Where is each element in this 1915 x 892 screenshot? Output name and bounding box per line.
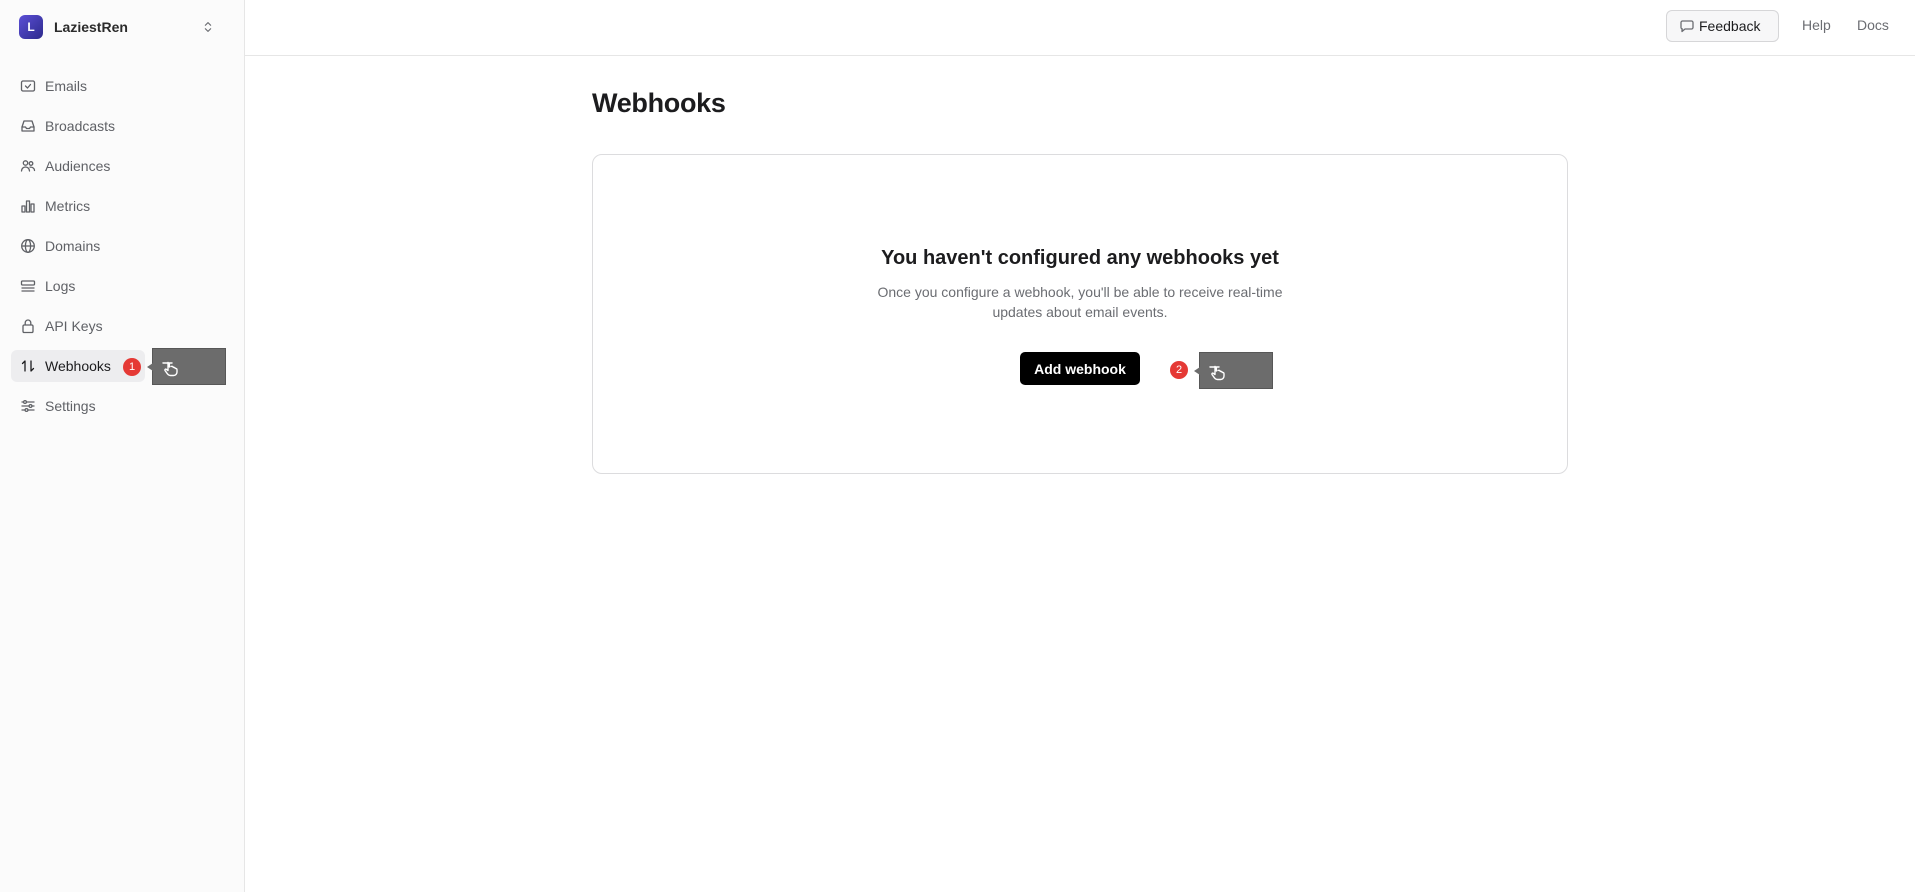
sidebar-item-api-keys[interactable]: API Keys xyxy=(11,310,233,342)
empty-state-description: Once you configure a webhook, you'll be … xyxy=(877,284,1283,320)
add-webhook-button[interactable]: Add webhook xyxy=(1020,352,1140,385)
sidebar-item-label: Broadcasts xyxy=(45,118,116,134)
sidebar-item-label: Metrics xyxy=(45,198,91,214)
sidebar-item-settings[interactable]: Settings xyxy=(11,390,233,422)
annotation-pointer-2 xyxy=(1194,352,1273,389)
sidebar: L LaziestRen Emails Broadcasts Audiences xyxy=(0,0,245,892)
top-bar: Feedback Help Docs xyxy=(245,0,1915,56)
page-title: Webhooks xyxy=(592,88,726,118)
hand-pointer-icon xyxy=(1209,365,1225,381)
sidebar-item-broadcasts[interactable]: Broadcasts xyxy=(11,110,233,142)
sidebar-item-emails[interactable]: Emails xyxy=(11,70,233,102)
workspace-avatar: L xyxy=(19,15,43,39)
annotation-badge-2: 2 xyxy=(1170,361,1188,379)
inbox-icon xyxy=(20,118,36,134)
empty-state-title: You haven't configured any webhooks yet xyxy=(881,247,1279,269)
sidebar-item-logs[interactable]: Logs xyxy=(11,270,233,302)
bar-chart-icon xyxy=(20,198,36,214)
feedback-label: Feedback xyxy=(1699,18,1761,34)
annotation-pointer-1 xyxy=(147,348,226,385)
message-bubble-icon xyxy=(1680,20,1694,33)
hand-pointer-icon xyxy=(162,361,178,377)
docs-link[interactable]: Docs xyxy=(1857,17,1889,33)
workspace-switcher[interactable]: L LaziestRen xyxy=(19,15,224,39)
sliders-icon xyxy=(20,398,36,414)
sidebar-item-metrics[interactable]: Metrics xyxy=(11,190,233,222)
chevron-up-down-icon xyxy=(204,22,212,32)
lock-icon xyxy=(20,318,36,334)
empty-state-card: You haven't configured any webhooks yet … xyxy=(592,154,1568,474)
sidebar-item-label: Domains xyxy=(45,238,101,254)
workspace-name: LaziestRen xyxy=(54,19,128,35)
users-icon xyxy=(20,158,36,174)
webhook-arrows-icon xyxy=(20,358,36,374)
sidebar-item-audiences[interactable]: Audiences xyxy=(11,150,233,182)
sidebar-item-label: Logs xyxy=(45,278,76,294)
logs-icon xyxy=(20,278,36,294)
feedback-button[interactable]: Feedback xyxy=(1666,10,1779,42)
sidebar-item-label: Audiences xyxy=(45,158,111,174)
sidebar-item-label: Webhooks xyxy=(45,358,111,374)
sidebar-item-label: Emails xyxy=(45,78,88,94)
globe-icon xyxy=(20,238,36,254)
mail-check-icon xyxy=(20,78,36,94)
sidebar-item-label: API Keys xyxy=(45,318,103,334)
annotation-badge-1: 1 xyxy=(123,358,141,376)
help-link[interactable]: Help xyxy=(1802,17,1831,33)
sidebar-item-label: Settings xyxy=(45,398,96,414)
sidebar-item-domains[interactable]: Domains xyxy=(11,230,233,262)
